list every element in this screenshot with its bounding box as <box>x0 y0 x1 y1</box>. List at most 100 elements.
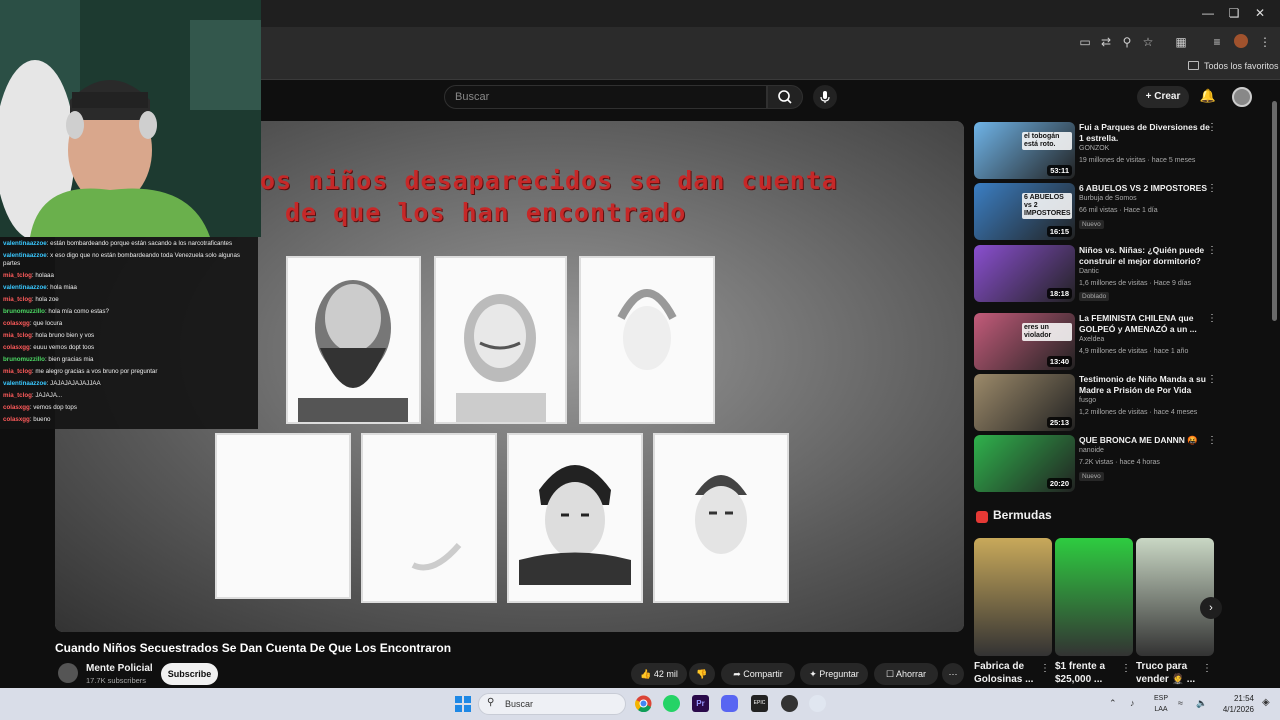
video-thumbnail[interactable]: 6 ABUELOS vs 2 IMPOSTORES 16:15 <box>974 183 1075 240</box>
folder-icon <box>1188 61 1199 70</box>
close-icon[interactable]: ✕ <box>1250 4 1270 22</box>
recommended-video-title[interactable]: Niños vs. Niñas: ¿Quién puede construir … <box>1079 245 1211 267</box>
more-options-icon[interactable]: ⋮ <box>1207 313 1217 324</box>
profile-avatar[interactable] <box>1234 34 1248 48</box>
maximize-icon[interactable]: ❏ <box>1224 4 1244 22</box>
recommended-video[interactable]: 6 ABUELOS vs 2 IMPOSTORES 16:15 6 ABUELOS … <box>974 183 1264 241</box>
video-thumbnail[interactable]: el tobogán está roto. 53:11 <box>974 122 1075 179</box>
more-options-icon[interactable]: ⋮ <box>1207 245 1217 256</box>
video-thumbnail[interactable]: eres un violador 13:40 <box>974 313 1075 370</box>
account-avatar[interactable] <box>1232 87 1252 107</box>
recommended-channel-name[interactable]: Axeldea <box>1079 336 1104 343</box>
more-options-icon[interactable]: ⋮ <box>1207 435 1217 446</box>
minimize-icon[interactable]: — <box>1198 4 1218 22</box>
recommended-channel-name[interactable]: nanoide <box>1079 447 1104 454</box>
recommended-video-title[interactable]: 6 ABUELOS VS 2 IMPOSTORES <box>1079 183 1211 194</box>
dislike-button[interactable]: 👎 <box>689 663 715 685</box>
video-duration: 13:40 <box>1046 356 1072 367</box>
tray-chevron-icon[interactable]: ⌃ <box>1109 698 1117 709</box>
channel-name[interactable]: Mente Policial <box>86 663 153 674</box>
subscribe-button[interactable]: Subscribe <box>161 663 218 685</box>
share-button[interactable]: ➦ Compartir <box>721 663 795 685</box>
chat-text: : hola miaa <box>46 284 77 291</box>
recommended-channel-name[interactable]: fusgo <box>1079 397 1096 404</box>
recommended-video[interactable]: el tobogán está roto. 53:11 Fui a Parques … <box>974 122 1264 180</box>
taskbar-clock[interactable]: 21:54 4/1/2026 <box>1222 693 1254 715</box>
recommended-video[interactable]: 18:18 Niños vs. Niñas: ¿Quién puede const… <box>974 245 1264 303</box>
chat-message: mia_tclog: me alegro gracias a vos bruno… <box>3 368 257 376</box>
volume-icon[interactable]: 🔈 <box>1196 698 1207 709</box>
short-title[interactable]: Fabrica de Golosinas ... <box>974 660 1042 686</box>
more-options-icon[interactable]: ⋮ <box>1121 663 1131 674</box>
recommended-channel-name[interactable]: Burbuja de Somos <box>1079 195 1137 202</box>
microphone-tray-icon[interactable]: ♪ <box>1130 698 1135 708</box>
video-thumbnail[interactable]: 25:13 <box>974 374 1075 431</box>
recommended-video-meta: 1,6 millones de visitas · Hace 9 días <box>1079 280 1192 287</box>
taskbar-search-input[interactable]: Buscar <box>478 693 626 715</box>
video-thumbnail[interactable]: 18:18 <box>974 245 1075 302</box>
search-button[interactable] <box>767 85 803 109</box>
keyboard-layout: LAA <box>1154 706 1168 713</box>
more-options-icon[interactable]: ⋮ <box>1040 663 1050 674</box>
whatsapp-icon[interactable] <box>663 695 680 712</box>
obs-icon[interactable] <box>781 695 798 712</box>
video-thumbnail[interactable]: 20:20 <box>974 435 1075 492</box>
save-button[interactable]: ☐ Ahorrar <box>874 663 938 685</box>
chat-message: colasxgg: vemos dop tops <box>3 404 257 412</box>
bookmark-star-icon[interactable]: ☆ <box>1139 33 1157 51</box>
recommended-video[interactable]: eres un violador 13:40 La FEMINISTA CHILEN… <box>974 313 1264 371</box>
windows-start-icon[interactable] <box>455 696 471 712</box>
recommended-video-title[interactable]: QUE BRONCA ME DANNN 🤬 <box>1079 435 1211 446</box>
search-icon <box>778 90 792 104</box>
recommended-video-meta: 7.2K vistas · hace 4 horas <box>1079 459 1160 466</box>
shorts-next-chevron-icon[interactable]: › <box>1200 597 1222 619</box>
app-icon[interactable] <box>809 695 826 712</box>
more-options-icon[interactable]: ⋮ <box>1207 183 1217 194</box>
like-button[interactable]: 👍 42 mil <box>631 663 687 685</box>
page-scrollbar[interactable] <box>1271 93 1278 323</box>
premiere-icon[interactable]: Pr <box>692 695 709 712</box>
translate-icon[interactable]: ⇄ <box>1097 33 1115 51</box>
recommended-video-title[interactable]: Testimonio de Niño Manda a su Madre a Pr… <box>1079 374 1211 396</box>
create-button[interactable]: + Crear <box>1137 86 1189 108</box>
short-thumbnail[interactable] <box>1136 538 1214 656</box>
notifications-bell-icon[interactable]: 🔔 <box>1199 88 1217 106</box>
short-title[interactable]: $1 frente a $25,000 ... <box>1055 660 1123 686</box>
more-options-icon[interactable]: ⋮ <box>1207 374 1217 385</box>
wifi-icon[interactable]: ≈ <box>1178 698 1183 708</box>
more-actions-button[interactable]: ⋯ <box>942 663 964 685</box>
more-options-icon[interactable]: ⋮ <box>1207 122 1217 133</box>
stream-chat: valentinaazzoe: están bombardeando porqu… <box>0 237 258 429</box>
browser-menu-icon[interactable]: ⋮ <box>1256 33 1274 51</box>
save-label: Ahorrar <box>896 669 927 679</box>
video-overlay-title-line1: os niños desaparecidos se dan cuenta <box>260 166 838 195</box>
epic-games-icon[interactable]: EPIC <box>751 695 768 712</box>
recommended-video-title[interactable]: La FEMINISTA CHILENA que GOLPEÓ y AMENAZ… <box>1079 313 1211 335</box>
more-options-icon[interactable]: ⋮ <box>1202 663 1212 674</box>
language-indicator[interactable]: ESP LAA <box>1150 693 1172 715</box>
cast-icon[interactable]: ▭ <box>1076 33 1094 51</box>
all-bookmarks-link[interactable]: Todos los favoritos <box>1204 61 1279 71</box>
ask-button[interactable]: ✦ Preguntar <box>800 663 868 685</box>
chrome-icon[interactable] <box>635 695 652 713</box>
short-title[interactable]: Truco para vender 🤵 ... <box>1136 660 1204 686</box>
extensions-icon[interactable]: ▦ <box>1172 33 1190 51</box>
recommended-video[interactable]: 25:13 Testimonio de Niño Manda a su Madre… <box>974 374 1264 432</box>
discord-icon[interactable] <box>721 695 738 712</box>
voice-search-button[interactable] <box>813 85 837 109</box>
recommended-channel-name[interactable]: GONZOK <box>1079 145 1109 152</box>
recommended-video-meta: 66 mil vistas · Hace 1 día <box>1079 207 1158 214</box>
recommended-channel-name[interactable]: Dantic <box>1079 268 1099 275</box>
recommended-video-title[interactable]: Fui a Parques de Diversiones de 1 estrel… <box>1079 122 1211 144</box>
chat-username: valentinaazzoe <box>3 380 47 387</box>
short-thumbnail[interactable] <box>974 538 1052 656</box>
create-label: Crear <box>1154 91 1181 102</box>
reading-list-icon[interactable]: ≡ <box>1208 33 1226 51</box>
channel-avatar[interactable] <box>58 663 78 683</box>
zoom-icon[interactable]: ⚲ <box>1118 33 1136 51</box>
short-thumbnail[interactable] <box>1055 538 1133 656</box>
search-input[interactable]: Buscar <box>444 85 767 109</box>
notification-center-icon[interactable]: ◈ <box>1262 697 1270 708</box>
recommended-video[interactable]: 20:20 QUE BRONCA ME DANNN 🤬 nanoide 7.2K vi… <box>974 435 1264 493</box>
plus-icon: + <box>1145 91 1155 102</box>
